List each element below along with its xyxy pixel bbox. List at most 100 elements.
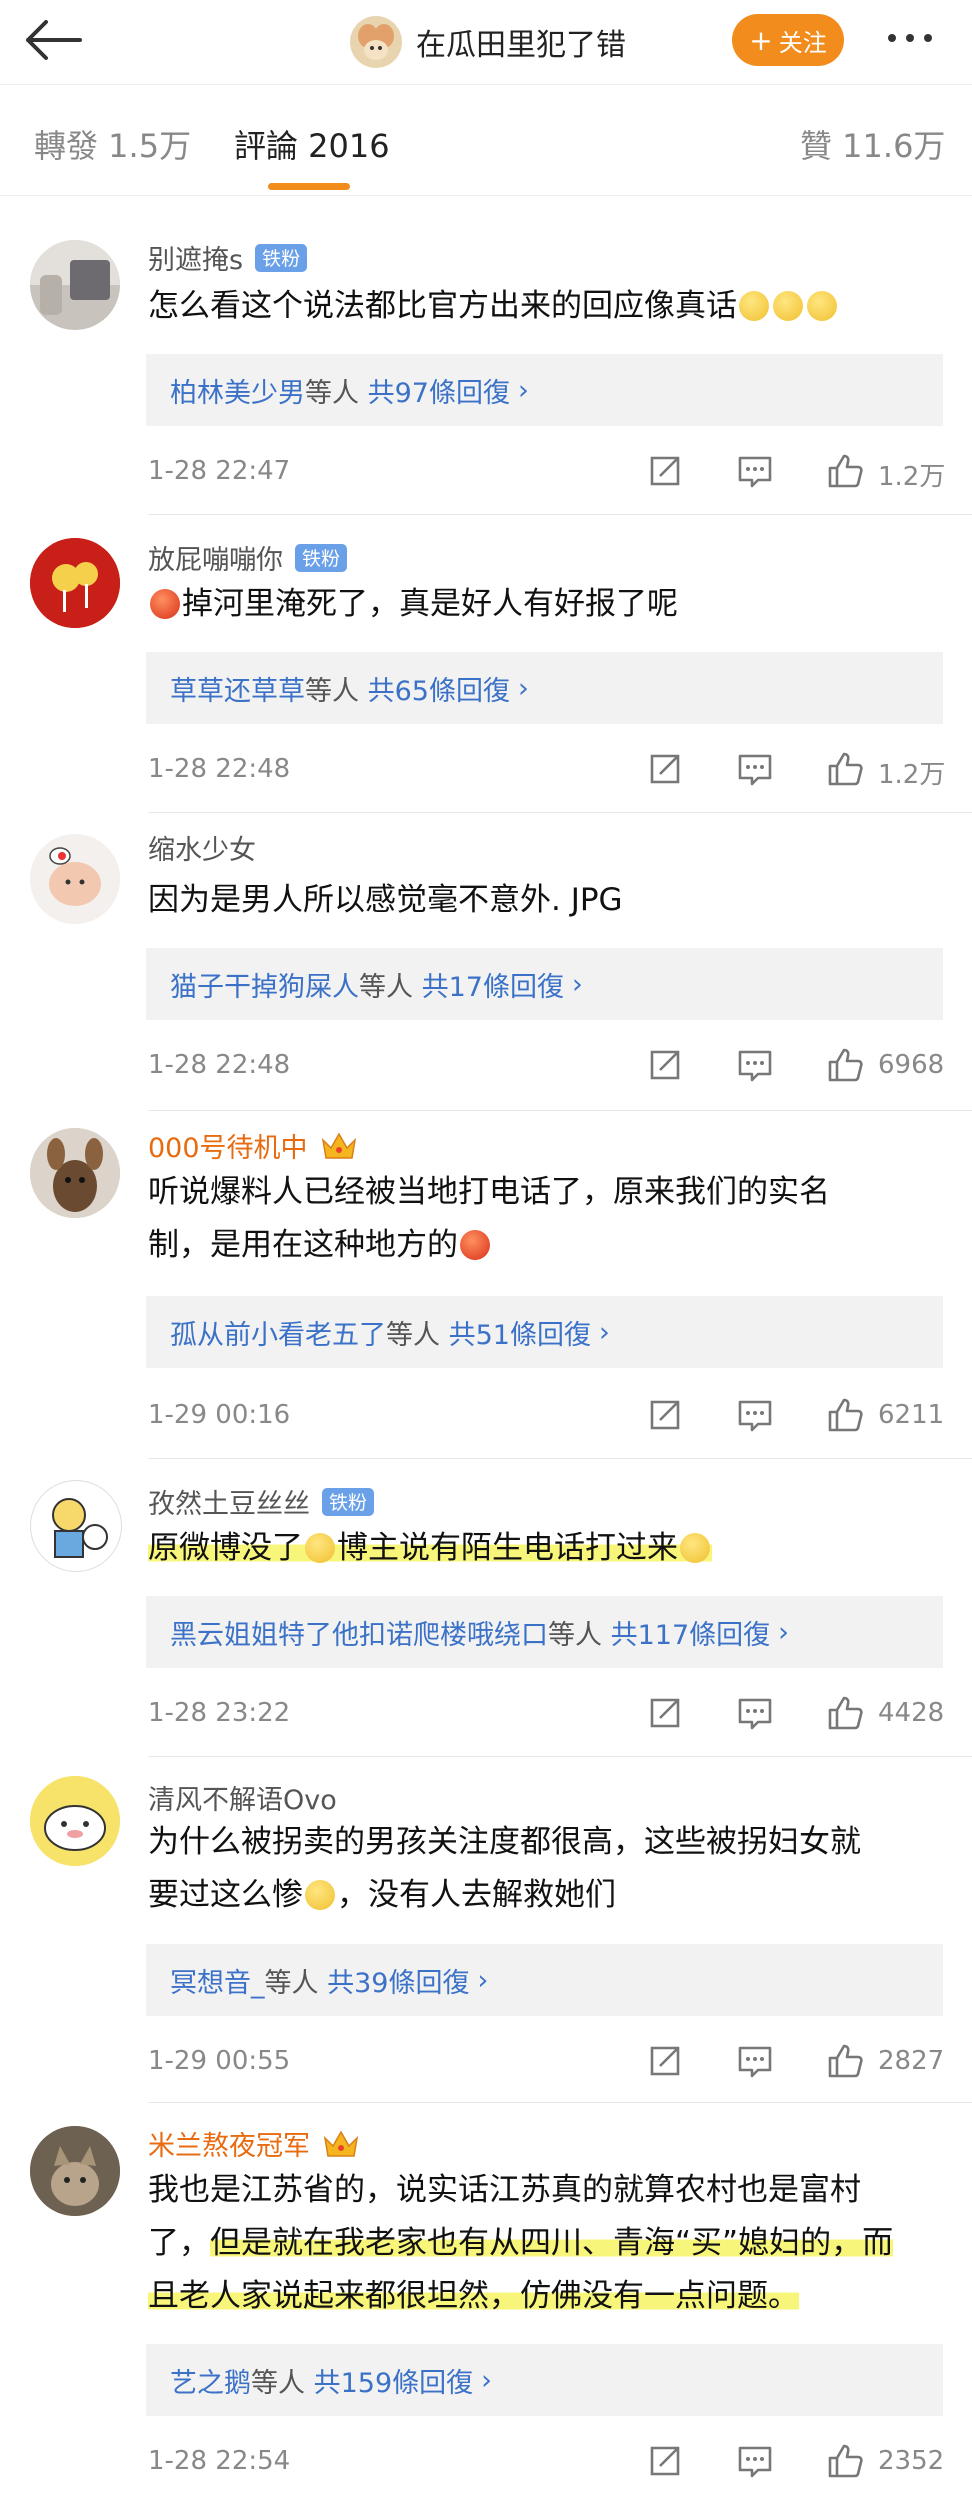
chevron-right-icon: ›	[571, 968, 583, 1000]
reply-count[interactable]: 共39條回復	[327, 1961, 469, 2000]
replies-preview[interactable]: 孤从前小看老五了 等人 共51條回復 ›	[146, 1296, 943, 1368]
back-arrow-icon[interactable]	[22, 18, 82, 62]
comment-text-body: 掉河里淹死了，真是好人有好报了呢	[182, 586, 678, 622]
crown-badge-icon	[321, 1131, 356, 1159]
reply-mid-text: 等人	[359, 971, 413, 1003]
like-count: 6211	[878, 1400, 945, 1430]
comment-text-part: 原微博没了	[148, 1530, 303, 1566]
replies-preview[interactable]: 猫子干掉狗屎人 等人 共17條回復 ›	[146, 948, 943, 1020]
user-avatar[interactable]	[30, 1776, 120, 1866]
reply-users[interactable]: 草草还草草	[170, 669, 305, 708]
timestamp: 1-28 22:47	[148, 456, 291, 486]
reply-users[interactable]: 柏林美少男	[170, 371, 305, 410]
tab-comments[interactable]: 評論 2016	[234, 121, 390, 167]
emoji-icon	[305, 1533, 335, 1563]
comment-text-part: 博主说有陌生电话打过来	[337, 1530, 678, 1566]
comment-text-part: ，没有人去解救她们	[337, 1877, 616, 1913]
repost-icon[interactable]	[646, 452, 684, 490]
comment-icon[interactable]	[736, 1046, 774, 1084]
comment-icon[interactable]	[736, 1694, 774, 1732]
comment-text-line: 为什么被拐卖的男孩关注度都很高，这些被拐妇女就	[148, 1824, 861, 1860]
reply-users[interactable]: 艺之鹅	[170, 2361, 251, 2400]
user-avatar[interactable]	[30, 2126, 120, 2216]
comment-divider	[148, 1458, 972, 1459]
replies-preview[interactable]: 草草还草草 等人 共65條回復 ›	[146, 652, 943, 724]
comment-text: 听说爆料人已经被当地打电话了，原来我们的实名 制，是用在这种地方的	[148, 1166, 928, 1272]
replies-preview[interactable]: 冥想音_ 等人 共39條回復 ›	[146, 1944, 943, 2016]
comment-text: 我也是江苏省的，说实话江苏真的就算农村也是富村 了，但是就在我老家也有从四川、青…	[148, 2164, 928, 2323]
chevron-right-icon: ›	[778, 1616, 789, 1648]
user-avatar[interactable]	[30, 834, 120, 924]
like-icon[interactable]	[826, 452, 864, 490]
reply-count[interactable]: 共117條回復	[611, 1613, 771, 1652]
user-avatar[interactable]	[30, 538, 120, 628]
comment-meta: 1-28 22:54 2352	[148, 2442, 948, 2482]
emoji-icon	[305, 1880, 335, 1910]
like-count: 1.2万	[878, 462, 946, 492]
like-count: 4428	[878, 1698, 945, 1728]
like-icon[interactable]	[826, 1694, 864, 1732]
comment-meta: 1-28 23:22 4428	[148, 1694, 948, 1734]
follow-label: 关注	[778, 28, 827, 57]
comment-icon[interactable]	[736, 2042, 774, 2080]
comment-icon[interactable]	[736, 2442, 774, 2480]
reply-count[interactable]: 共97條回復	[368, 371, 510, 410]
replies-preview[interactable]: 艺之鹅 等人 共159條回復 ›	[146, 2344, 943, 2416]
username[interactable]: 缩水少女	[148, 828, 256, 867]
like-icon[interactable]	[826, 2042, 864, 2080]
user-avatar[interactable]	[30, 1128, 120, 1218]
username[interactable]: 清风不解语Ovo	[148, 1778, 337, 1817]
repost-icon[interactable]	[646, 1046, 684, 1084]
comment-icon[interactable]	[736, 1396, 774, 1434]
comment-meta: 1-29 00:55 2827	[148, 2042, 948, 2082]
like-icon[interactable]	[826, 1046, 864, 1084]
reply-count[interactable]: 共17條回復	[422, 965, 564, 1004]
repost-icon[interactable]	[646, 2042, 684, 2080]
chevron-right-icon: ›	[517, 374, 529, 406]
like-count: 6968	[878, 1050, 945, 1080]
reply-users[interactable]: 黑云姐姐特了他扣诺爬楼哦绕口	[170, 1613, 548, 1652]
title-area[interactable]: 在瓜田里犯了错	[350, 12, 626, 72]
replies-preview[interactable]: 黑云姐姐特了他扣诺爬楼哦绕口 等人 共117條回復 ›	[146, 1596, 943, 1668]
user-avatar[interactable]	[30, 1480, 122, 1572]
replies-preview[interactable]: 柏林美少男 等人 共97條回復 ›	[146, 354, 943, 426]
more-options-icon[interactable]	[888, 34, 932, 42]
comment-meta: 1-28 22:48 6968	[148, 1046, 948, 1086]
comment-header: 米兰熬夜冠军	[148, 2124, 360, 2163]
reply-mid-text: 等人	[548, 1619, 602, 1651]
comment-divider	[148, 812, 972, 813]
timestamp: 1-29 00:55	[148, 2046, 291, 2076]
follow-button[interactable]: + 关注	[732, 14, 844, 66]
emoji-icon	[807, 291, 837, 321]
fan-badge: 铁粉	[322, 1487, 375, 1516]
comment-meta: 1-28 22:47 1.2万	[148, 452, 948, 492]
username[interactable]: 米兰熬夜冠军	[148, 2124, 310, 2163]
reply-users[interactable]: 猫子干掉狗屎人	[170, 965, 359, 1004]
user-avatar[interactable]	[30, 240, 120, 330]
repost-icon[interactable]	[646, 750, 684, 788]
reply-count[interactable]: 共159條回復	[314, 2361, 474, 2400]
blogger-avatar[interactable]	[350, 16, 402, 68]
like-count: 2352	[878, 2446, 945, 2476]
like-icon[interactable]	[826, 2442, 864, 2480]
like-icon[interactable]	[826, 750, 864, 788]
comment-header: 000号待机中	[148, 1126, 358, 1165]
repost-icon[interactable]	[646, 1694, 684, 1732]
repost-icon[interactable]	[646, 1396, 684, 1434]
comment-icon[interactable]	[736, 452, 774, 490]
comment-icon[interactable]	[736, 750, 774, 788]
tab-reposts[interactable]: 轉發 1.5万	[34, 121, 191, 167]
username[interactable]: 放屁嘣嘣你	[148, 538, 283, 577]
emoji-icon	[150, 589, 180, 619]
reply-count[interactable]: 共51條回復	[449, 1313, 591, 1352]
username[interactable]: 000号待机中	[148, 1126, 308, 1165]
chevron-right-icon: ›	[517, 672, 529, 704]
like-icon[interactable]	[826, 1396, 864, 1434]
tab-likes[interactable]: 贊 11.6万	[800, 121, 945, 167]
username[interactable]: 孜然土豆丝丝	[148, 1482, 310, 1521]
repost-icon[interactable]	[646, 2442, 684, 2480]
reply-users[interactable]: 冥想音_	[170, 1961, 265, 2000]
reply-count[interactable]: 共65條回復	[368, 669, 510, 708]
reply-users[interactable]: 孤从前小看老五了	[170, 1313, 386, 1352]
username[interactable]: 别遮掩s	[148, 238, 243, 277]
